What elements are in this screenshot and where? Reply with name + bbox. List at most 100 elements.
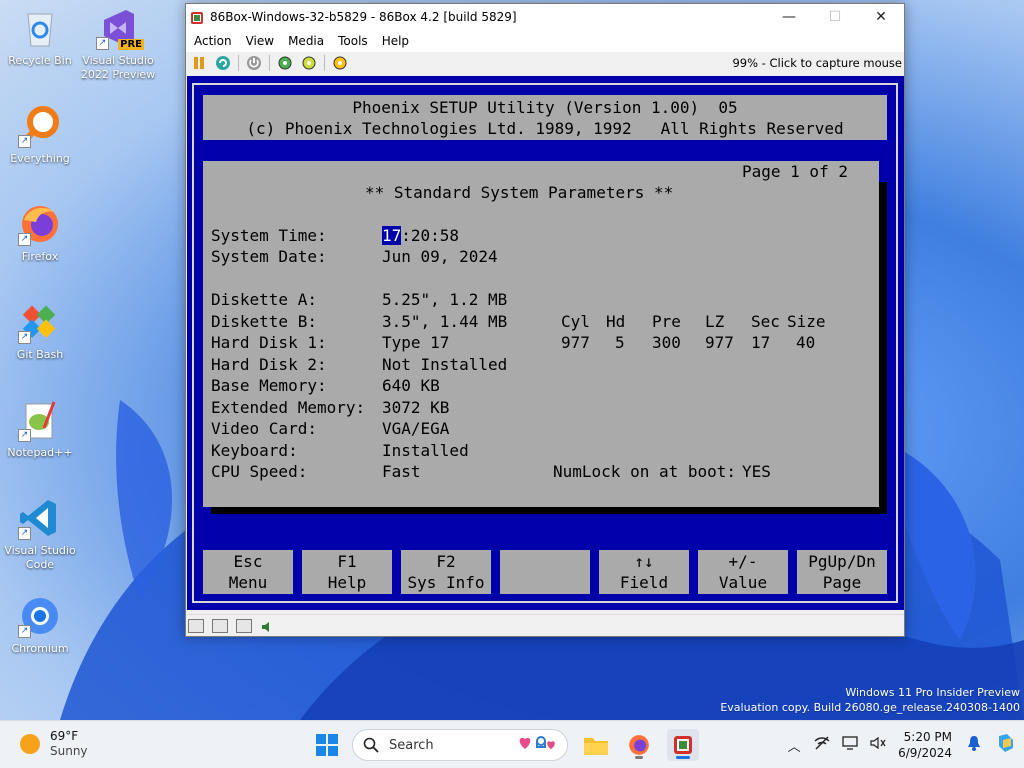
fkey-pgup-dn-page[interactable]: PgUp/Dn Page xyxy=(797,550,887,594)
display-icon[interactable] xyxy=(836,736,864,754)
keyboard-field[interactable]: Installed xyxy=(382,440,469,462)
extended-memory-label: Extended Memory: xyxy=(211,398,366,417)
start-button[interactable] xyxy=(311,729,343,761)
everything-search-icon: ↗ xyxy=(18,104,62,148)
weather-temperature: 69°F xyxy=(50,729,79,743)
copilot-icon[interactable] xyxy=(988,732,1024,758)
menu-action[interactable]: Action xyxy=(190,34,240,48)
hard-disk-2-label: Hard Disk 2: xyxy=(211,355,327,374)
disk-value-cyl: 977 xyxy=(561,333,590,352)
sound-icon[interactable] xyxy=(260,619,274,633)
fkey-esc-menu[interactable]: Esc Menu xyxy=(203,550,293,594)
disk-value-lz: 977 xyxy=(705,333,734,352)
vscode-icon: ↗ xyxy=(18,496,62,540)
section-title: ** Standard System Parameters ** xyxy=(365,183,674,202)
desktop-icon-chromium[interactable]: ↗ Chromium xyxy=(0,594,80,656)
cpu-speed-field[interactable]: Fast xyxy=(382,461,421,483)
power-icon[interactable] xyxy=(245,54,263,72)
desktop-icon-git-bash[interactable]: ↗ Git Bash xyxy=(0,300,80,362)
system-time-field[interactable]: 17:20:58 xyxy=(382,225,459,247)
disk-header-sec: Sec xyxy=(751,312,780,331)
bios-header-line2: (c) Phoenix Technologies Ltd. 1989, 1992… xyxy=(246,119,844,138)
system-clock[interactable]: 5:20 PM 6/9/2024 xyxy=(898,729,952,761)
desktop-icon-recycle-bin[interactable]: Recycle Bin xyxy=(0,6,80,68)
desktop-icon-visual-studio-code[interactable]: ↗ Visual Studio Code xyxy=(0,496,80,572)
menu-media[interactable]: Media xyxy=(284,34,332,48)
system-time-hour[interactable]: 17 xyxy=(382,226,402,245)
status-bar xyxy=(186,614,904,636)
fkey-plus-minus-value[interactable]: +/- Value xyxy=(698,550,788,594)
menu-tools[interactable]: Tools xyxy=(334,34,376,48)
volume-icon[interactable] xyxy=(864,736,892,754)
notification-bell-icon[interactable] xyxy=(960,735,988,755)
chromium-icon: ↗ xyxy=(18,594,62,638)
desktop-icon-visual-studio-2022-preview[interactable]: PRE ↗ Visual Studio 2022 Preview xyxy=(78,6,158,82)
hard-disk-icon[interactable] xyxy=(236,618,252,633)
settings-3-icon[interactable] xyxy=(331,54,349,72)
settings-2-icon[interactable] xyxy=(300,54,318,72)
diskette-b-label: Diskette B: xyxy=(211,312,317,331)
desktop-icon-everything[interactable]: ↗ Everything xyxy=(0,104,80,166)
floppy-b-icon[interactable] xyxy=(212,618,228,633)
search-icon xyxy=(363,737,379,753)
visual-studio-icon: PRE ↗ xyxy=(96,6,144,50)
video-card-field[interactable]: VGA/EGA xyxy=(382,418,449,440)
chevron-up-icon[interactable]: ︿ xyxy=(780,736,808,755)
menu-help[interactable]: Help xyxy=(378,34,417,48)
disk-value-sec: 17 xyxy=(751,333,771,352)
diskette-b-field[interactable]: 3.5", 1.44 MB xyxy=(382,311,507,333)
disk-header-lz: LZ xyxy=(705,312,725,331)
taskbar-file-explorer[interactable] xyxy=(580,729,612,761)
shortcut-arrow-icon: ↗ xyxy=(18,527,31,540)
hard-disk-2-field[interactable]: Not Installed xyxy=(382,354,507,376)
mouse-capture-status: 99% - Click to capture mouse xyxy=(732,56,902,70)
toolbar: 99% - Click to capture mouse xyxy=(186,52,904,74)
weather-widget[interactable]: 69°F Sunny xyxy=(20,729,88,759)
taskbar-86box[interactable] xyxy=(667,729,699,761)
taskbar-search[interactable]: Search xyxy=(352,729,568,761)
title-bar[interactable]: 86Box-Windows-32-b5829 - 86Box 4.2 [buil… xyxy=(186,4,904,30)
window-title: 86Box-Windows-32-b5829 - 86Box 4.2 [buil… xyxy=(210,10,517,24)
floppy-a-icon[interactable] xyxy=(188,618,204,633)
cpu-speed-label: CPU Speed: xyxy=(211,462,308,481)
desktop-icon-firefox[interactable]: ↗ Firefox xyxy=(0,202,80,264)
disk-header-size: Size xyxy=(787,312,826,331)
minimize-button[interactable]: — xyxy=(766,4,812,30)
sun-icon xyxy=(20,734,40,754)
system-date-label: System Date: xyxy=(211,247,327,266)
fkey-f1-help[interactable]: F1 Help xyxy=(302,550,392,594)
bios-main-panel: Page 1 of 2 ** Standard System Parameter… xyxy=(203,161,879,507)
fkey-f2-sys-info[interactable]: F2 Sys Info xyxy=(401,550,491,594)
recycle-bin-icon xyxy=(18,6,62,50)
preview-badge: PRE xyxy=(118,39,144,50)
disk-value-pre: 300 xyxy=(652,333,681,352)
numlock-field[interactable]: YES xyxy=(742,461,771,483)
fkey-arrows-field[interactable]: ↑↓ Field xyxy=(599,550,689,594)
close-button[interactable]: ✕ xyxy=(858,4,904,30)
system-date-field[interactable]: Jun 09, 2024 xyxy=(382,246,498,268)
hard-disk-1-field[interactable]: Type 17 xyxy=(382,332,449,354)
emulator-window[interactable]: 86Box-Windows-32-b5829 - 86Box 4.2 [buil… xyxy=(185,3,905,637)
system-time-rest[interactable]: :20:58 xyxy=(401,226,459,245)
clock-time: 5:20 PM xyxy=(903,730,952,744)
settings-icon[interactable] xyxy=(276,54,294,72)
disk-value-size: 40 xyxy=(796,333,816,352)
shortcut-arrow-icon: ↗ xyxy=(18,135,31,148)
menu-bar: Action View Media Tools Help xyxy=(186,30,904,52)
pause-icon[interactable] xyxy=(190,54,208,72)
bios-header: Phoenix SETUP Utility (Version 1.00) 05 … xyxy=(203,95,887,140)
menu-view[interactable]: View xyxy=(242,34,282,48)
windows-logo-icon xyxy=(316,734,338,756)
network-icon[interactable] xyxy=(808,736,836,754)
windows-watermark: Windows 11 Pro Insider Preview Evaluatio… xyxy=(720,686,1020,714)
reset-icon[interactable] xyxy=(214,54,232,72)
diskette-a-field[interactable]: 5.25", 1.2 MB xyxy=(382,289,507,311)
system-time-label: System Time: xyxy=(211,226,327,245)
clock-date: 6/9/2024 xyxy=(898,746,952,760)
desktop-icon-notepad-plus-plus[interactable]: ↗ Notepad++ xyxy=(0,398,80,460)
emulator-screen[interactable]: Phoenix SETUP Utility (Version 1.00) 05 … xyxy=(187,76,904,610)
shortcut-arrow-icon: ↗ xyxy=(96,37,109,50)
taskbar-firefox[interactable] xyxy=(623,729,655,761)
folder-icon xyxy=(584,738,608,755)
maximize-button[interactable]: ☐ xyxy=(812,4,858,30)
